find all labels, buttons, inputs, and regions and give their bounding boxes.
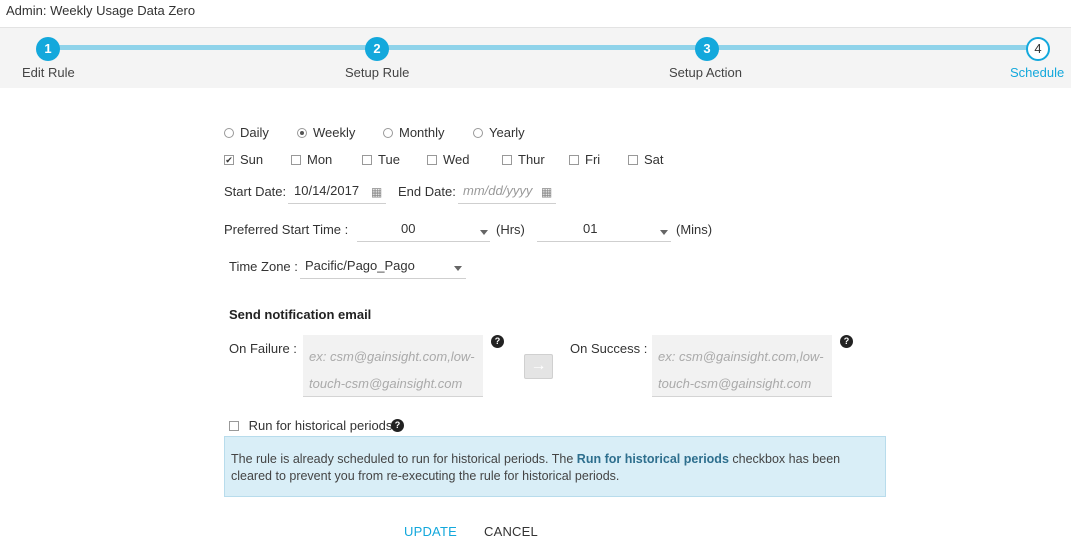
radio-weekly[interactable]: Weekly bbox=[297, 125, 355, 140]
step-2-circle[interactable]: 2 bbox=[365, 37, 389, 61]
step-3-circle[interactable]: 3 bbox=[695, 37, 719, 61]
checkbox-fri[interactable]: Fri bbox=[569, 152, 600, 167]
checkbox-sat-control[interactable] bbox=[628, 154, 638, 165]
historical-info-box: The rule is already scheduled to run for… bbox=[224, 436, 886, 497]
timezone-label: Time Zone : bbox=[229, 259, 298, 274]
arrow-right-icon: → bbox=[530, 357, 547, 374]
on-success-placeholder-line2: touch-csm@gainsight.com bbox=[658, 376, 812, 391]
start-time-label: Preferred Start Time : bbox=[224, 222, 349, 237]
checkbox-wed-control[interactable] bbox=[427, 154, 437, 165]
stepper-progress-line bbox=[48, 45, 1038, 50]
top-bar: Admin: Weekly Usage Data Zero bbox=[0, 0, 1071, 28]
radio-daily-control[interactable] bbox=[224, 127, 234, 138]
checkbox-fri-control[interactable] bbox=[569, 154, 579, 165]
checkbox-mon[interactable]: Mon bbox=[291, 152, 332, 167]
checkbox-wed[interactable]: Wed bbox=[427, 152, 470, 167]
step-4-circle[interactable]: 4 bbox=[1026, 37, 1050, 61]
on-failure-placeholder-line1: ex: csm@gainsight.com,low- bbox=[309, 349, 475, 364]
calendar-icon[interactable]: ▦ bbox=[541, 185, 552, 199]
radio-monthly[interactable]: Monthly bbox=[383, 125, 445, 140]
historical-checkbox[interactable] bbox=[229, 420, 239, 431]
checkbox-tue-control[interactable] bbox=[362, 154, 372, 165]
info-text-bold: Run for historical periods bbox=[576, 452, 729, 466]
historical-row: Run for historical periods bbox=[229, 418, 392, 433]
frequency-group: Daily Weekly Monthly Yearly bbox=[224, 125, 624, 141]
step-1-circle[interactable]: 1 bbox=[36, 37, 60, 61]
step-4-label[interactable]: Schedule bbox=[1010, 65, 1064, 80]
start-date-label: Start Date: bbox=[224, 184, 287, 199]
checkbox-mon-control[interactable] bbox=[291, 154, 301, 165]
end-date-placeholder: mm/dd/yyyy bbox=[463, 183, 533, 198]
on-success-label: On Success : bbox=[570, 341, 648, 356]
radio-yearly[interactable]: Yearly bbox=[473, 125, 525, 140]
minutes-unit-label: (Mins) bbox=[676, 222, 713, 237]
update-button[interactable]: UPDATE bbox=[404, 524, 457, 539]
checkbox-thur[interactable]: Thur bbox=[502, 152, 545, 167]
step-2-label[interactable]: Setup Rule bbox=[345, 65, 409, 80]
radio-weekly-control[interactable] bbox=[297, 127, 307, 138]
hours-unit-label: (Hrs) bbox=[496, 222, 525, 237]
info-text-before: The rule is already scheduled to run for… bbox=[231, 452, 577, 466]
on-success-placeholder-line1: ex: csm@gainsight.com,low- bbox=[658, 349, 824, 364]
checkbox-sat[interactable]: Sat bbox=[628, 152, 664, 167]
chevron-down-icon[interactable] bbox=[454, 266, 462, 271]
question-circle-icon[interactable]: ? bbox=[840, 335, 853, 348]
calendar-icon[interactable]: ▦ bbox=[371, 185, 382, 199]
start-date-value: 10/14/2017 bbox=[294, 183, 360, 198]
wizard-stepper: 1 Edit Rule 2 Setup Rule 3 Setup Action … bbox=[0, 28, 1071, 88]
on-success-email-input[interactable]: ex: csm@gainsight.com,low- touch-csm@gai… bbox=[652, 335, 832, 397]
hours-select[interactable]: 00 bbox=[357, 218, 490, 242]
timezone-select[interactable]: Pacific/Pago_Pago bbox=[300, 255, 466, 279]
page-title: Admin: Weekly Usage Data Zero bbox=[6, 3, 196, 18]
radio-yearly-control[interactable] bbox=[473, 127, 483, 138]
on-failure-placeholder-line2: touch-csm@gainsight.com bbox=[309, 376, 463, 391]
on-failure-label: On Failure : bbox=[229, 341, 297, 356]
checkbox-tue[interactable]: Tue bbox=[362, 152, 400, 167]
notification-heading: Send notification email bbox=[229, 307, 372, 322]
checkbox-thur-control[interactable] bbox=[502, 154, 512, 165]
cancel-button[interactable]: CANCEL bbox=[484, 524, 538, 539]
hours-value: 00 bbox=[401, 221, 416, 236]
days-group: ✔ Sun Mon Tue Wed Thur Fri Sat bbox=[224, 152, 674, 168]
checkbox-sun[interactable]: ✔ Sun bbox=[224, 152, 263, 167]
checkbox-sun-control[interactable]: ✔ bbox=[224, 154, 234, 165]
radio-daily[interactable]: Daily bbox=[224, 125, 269, 140]
radio-monthly-control[interactable] bbox=[383, 127, 393, 138]
step-3-label[interactable]: Setup Action bbox=[669, 65, 742, 80]
chevron-down-icon[interactable] bbox=[480, 230, 488, 235]
question-circle-icon[interactable]: ? bbox=[391, 419, 404, 432]
minutes-value: 01 bbox=[583, 221, 598, 236]
chevron-down-icon[interactable] bbox=[660, 230, 668, 235]
timezone-value: Pacific/Pago_Pago bbox=[305, 258, 415, 273]
historical-label: Run for historical periods bbox=[248, 418, 393, 433]
question-circle-icon[interactable]: ? bbox=[491, 335, 504, 348]
step-1-label[interactable]: Edit Rule bbox=[22, 65, 75, 80]
minutes-select[interactable]: 01 bbox=[537, 218, 671, 242]
copy-email-arrow-button[interactable]: → bbox=[524, 354, 553, 379]
on-failure-email-input[interactable]: ex: csm@gainsight.com,low- touch-csm@gai… bbox=[303, 335, 483, 397]
end-date-label: End Date: bbox=[398, 184, 456, 199]
